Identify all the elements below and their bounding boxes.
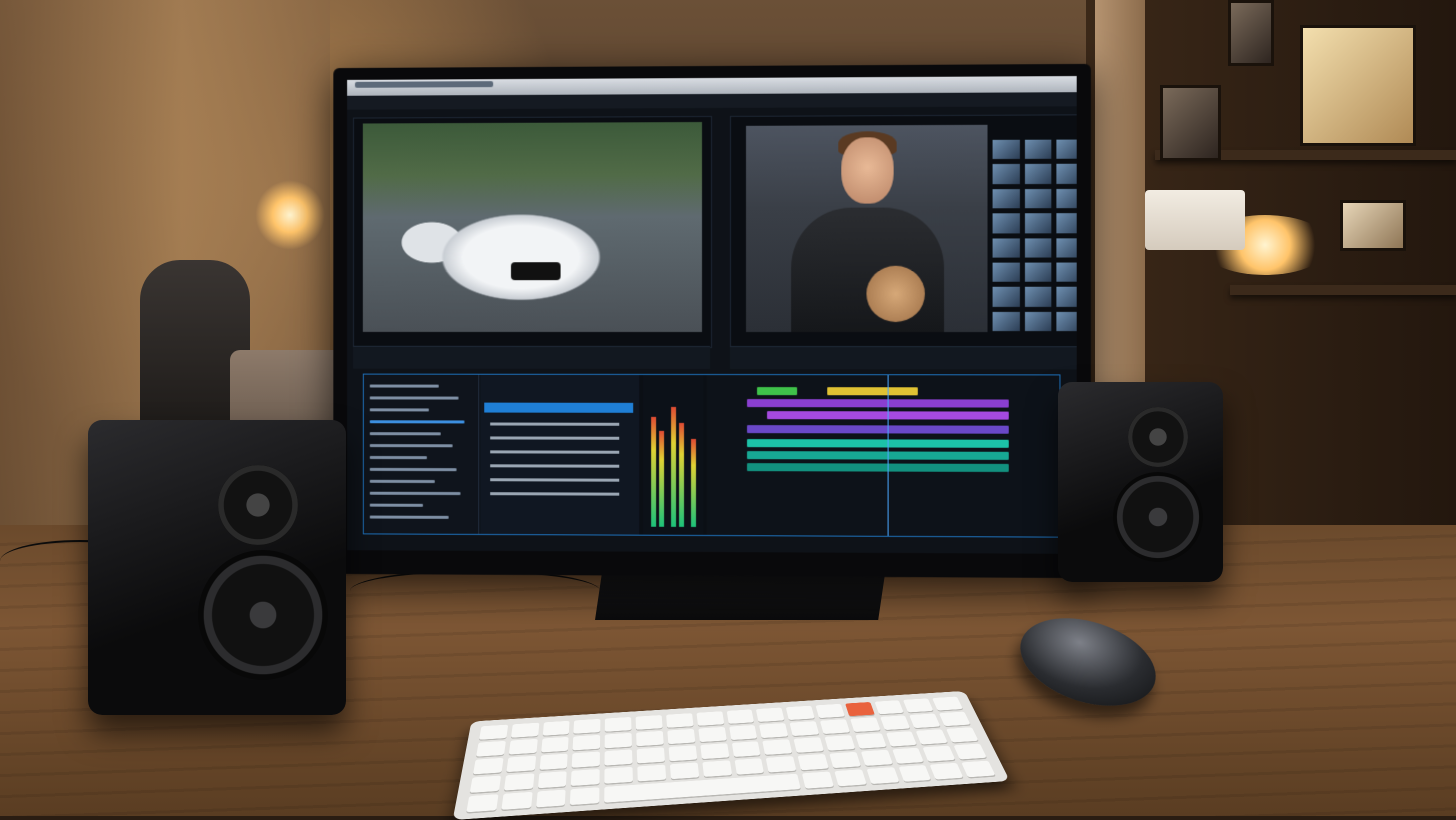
puppy bbox=[866, 266, 924, 322]
thumbnail[interactable] bbox=[1024, 311, 1053, 333]
bin-row[interactable] bbox=[490, 436, 619, 439]
project-item[interactable] bbox=[370, 396, 459, 399]
project-item[interactable] bbox=[370, 468, 457, 471]
project-item-selected[interactable] bbox=[370, 420, 465, 423]
thumbnail[interactable] bbox=[1024, 286, 1053, 308]
right-tweeter bbox=[1128, 407, 1188, 467]
picture-frame bbox=[1340, 200, 1406, 251]
picture-frame bbox=[1160, 85, 1221, 161]
thumbnail[interactable] bbox=[1024, 139, 1053, 161]
project-panel[interactable] bbox=[364, 375, 479, 534]
thumbnail[interactable] bbox=[1024, 237, 1053, 259]
thumbnail[interactable] bbox=[1024, 212, 1053, 234]
car-grille bbox=[511, 262, 561, 280]
thumbnail[interactable] bbox=[992, 237, 1021, 259]
audio-meter-bar bbox=[659, 431, 664, 527]
thumbnail[interactable] bbox=[992, 188, 1021, 210]
thumbnail[interactable] bbox=[992, 212, 1021, 234]
audio-meter-bar bbox=[691, 439, 696, 527]
thumbnail[interactable] bbox=[1024, 261, 1053, 283]
audio-clip[interactable] bbox=[747, 451, 1009, 460]
right-speaker bbox=[1058, 382, 1223, 582]
interview-frame-preview bbox=[746, 125, 988, 332]
thumbnail[interactable] bbox=[1024, 188, 1053, 210]
audio-meters bbox=[643, 375, 703, 535]
video-clip[interactable] bbox=[827, 387, 918, 395]
thumbnail[interactable] bbox=[1056, 237, 1077, 259]
timeline-tracks[interactable] bbox=[707, 375, 1059, 537]
project-item[interactable] bbox=[370, 444, 453, 447]
bin-row[interactable] bbox=[490, 464, 619, 467]
thumbnail[interactable] bbox=[992, 286, 1021, 308]
selected-bin-row[interactable] bbox=[484, 403, 633, 413]
audio-clip[interactable] bbox=[747, 463, 1009, 472]
project-item[interactable] bbox=[370, 504, 423, 507]
thumbnail[interactable] bbox=[1056, 139, 1077, 161]
video-clip[interactable] bbox=[747, 425, 1009, 434]
project-item[interactable] bbox=[370, 480, 435, 483]
editing-app-screen bbox=[347, 76, 1077, 554]
app-menu-bar bbox=[347, 92, 1077, 110]
project-item[interactable] bbox=[370, 516, 449, 519]
wall-shelf-bottom bbox=[1230, 285, 1456, 295]
editing-workspace bbox=[363, 374, 1061, 538]
project-item[interactable] bbox=[370, 408, 429, 411]
lit-display-case bbox=[1300, 25, 1416, 146]
bin-browser[interactable] bbox=[480, 375, 639, 535]
program-transport-controls[interactable] bbox=[730, 346, 1077, 369]
wall-lamp bbox=[255, 180, 325, 250]
left-tweeter bbox=[218, 465, 298, 545]
thumbnail[interactable] bbox=[1056, 212, 1077, 234]
car-frame-preview bbox=[363, 122, 702, 332]
thumbnail[interactable] bbox=[992, 163, 1021, 185]
media-thumbnail-grid[interactable] bbox=[992, 139, 1077, 333]
audio-meter-bar bbox=[679, 423, 684, 527]
audio-meter-bar bbox=[671, 407, 676, 527]
project-item[interactable] bbox=[370, 456, 427, 459]
audio-meter-bar bbox=[651, 417, 656, 527]
thumbnail[interactable] bbox=[1056, 286, 1077, 308]
monitor bbox=[333, 64, 1091, 578]
person-head bbox=[841, 137, 893, 203]
lampshade bbox=[1145, 190, 1245, 250]
right-woofer bbox=[1113, 472, 1203, 562]
audio-clip[interactable] bbox=[747, 439, 1009, 448]
thumbnail[interactable] bbox=[1056, 261, 1077, 283]
playhead[interactable] bbox=[888, 375, 889, 536]
video-clip[interactable] bbox=[757, 387, 797, 395]
picture-frame bbox=[1228, 0, 1274, 66]
project-item[interactable] bbox=[370, 432, 441, 435]
bin-row[interactable] bbox=[490, 492, 619, 495]
project-item[interactable] bbox=[370, 385, 439, 388]
bin-row[interactable] bbox=[490, 478, 619, 481]
thumbnail[interactable] bbox=[992, 311, 1021, 333]
source-transport-controls[interactable] bbox=[353, 346, 710, 369]
bin-row[interactable] bbox=[490, 423, 619, 426]
wall-pillar bbox=[1095, 0, 1145, 390]
project-item[interactable] bbox=[370, 492, 461, 495]
title-bar-text bbox=[355, 81, 493, 88]
thumbnail[interactable] bbox=[1056, 311, 1077, 333]
thumbnail[interactable] bbox=[1056, 163, 1077, 185]
thumbnail[interactable] bbox=[1056, 188, 1077, 210]
left-woofer bbox=[198, 550, 328, 680]
video-clip[interactable] bbox=[747, 399, 1009, 407]
bin-row[interactable] bbox=[490, 450, 619, 453]
thumbnail[interactable] bbox=[1024, 163, 1053, 185]
person-body bbox=[791, 207, 944, 332]
left-speaker bbox=[88, 420, 346, 715]
thumbnail[interactable] bbox=[992, 261, 1021, 283]
monitor-cable bbox=[350, 570, 600, 612]
thumbnail[interactable] bbox=[992, 139, 1021, 161]
